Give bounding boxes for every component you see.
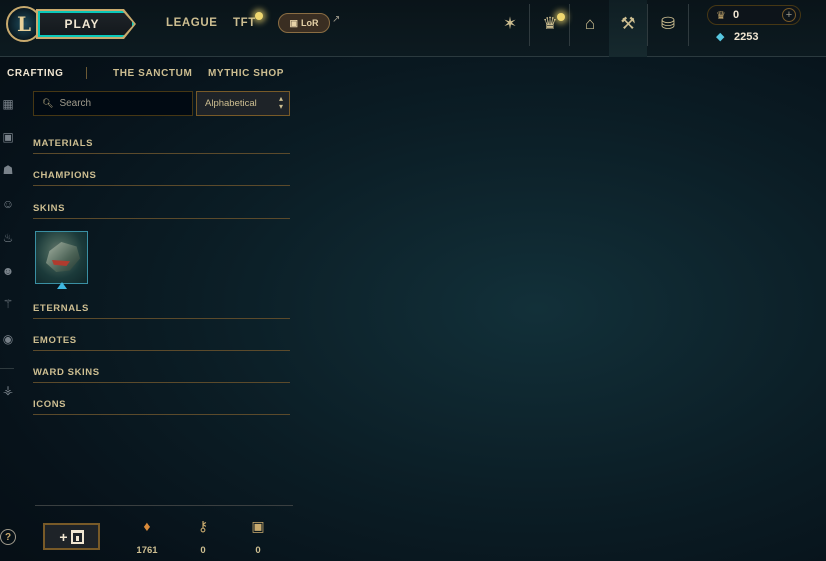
tab-sanctum[interactable]: THE SANCTUM — [113, 68, 192, 79]
blue-essence-icon: ♛ — [716, 10, 726, 22]
chest-count-icon: ▣ — [251, 518, 265, 534]
skin-art — [46, 242, 80, 272]
sort-value: Alphabetical — [205, 98, 257, 109]
category-skins[interactable]: SKINS — [33, 199, 290, 219]
category-label: CHAMPIONS — [33, 170, 97, 181]
category-ward-skins[interactable]: WARD SKINS — [33, 363, 290, 383]
search-icon: 🔍︎ — [42, 98, 54, 108]
rarity-gem-icon — [57, 282, 67, 289]
riot-points-icon: ◆ — [716, 31, 725, 43]
grid-filter-icon[interactable]: ▦ — [1, 97, 15, 111]
tft-notification-dot — [255, 12, 263, 20]
collection-icon[interactable]: ⌂ — [578, 12, 602, 36]
category-label: MATERIALS — [33, 138, 94, 149]
category-label: SKINS — [33, 203, 66, 214]
logo-letter: L — [16, 12, 32, 36]
bottom-divider — [35, 505, 293, 506]
chest-icon — [70, 529, 84, 544]
rail-divider — [0, 368, 14, 369]
divider — [688, 4, 689, 46]
search-field[interactable]: 🔍︎ — [33, 91, 193, 116]
category-label: ICONS — [33, 399, 67, 410]
store-icon[interactable]: ⛁ — [656, 12, 680, 36]
buy-rp-button[interactable]: + — [782, 8, 796, 22]
tab-mythic-shop[interactable]: MYTHIC SHOP — [208, 68, 284, 79]
chest-count-value: 0 — [255, 545, 261, 556]
divider — [647, 4, 648, 46]
add-chest-key-button[interactable]: + — [43, 523, 100, 550]
play-button[interactable]: PLAY — [38, 11, 134, 37]
category-icons[interactable]: ICONS — [33, 395, 290, 415]
champion-filter-icon[interactable]: ☗ — [1, 163, 15, 177]
skin-filter-icon[interactable]: ☺ — [1, 197, 15, 211]
plus-icon: + — [59, 528, 68, 545]
key-fragment-value: 0 — [200, 545, 206, 556]
category-label: WARD SKINS — [33, 367, 100, 378]
sort-chevron-icon: ▴ ▾ — [278, 94, 283, 111]
ward-filter-icon[interactable]: ⚚ — [1, 297, 15, 311]
help-button[interactable]: ? — [0, 529, 16, 545]
orange-essence-value: 1761 — [136, 545, 158, 556]
blue-essence-value: 0 — [733, 9, 740, 21]
eternals-filter-icon[interactable]: ♨ — [1, 231, 15, 245]
category-eternals[interactable]: ETERNALS — [33, 299, 290, 319]
top-navigation-bar: L PLAY LEAGUE TFT ▣ LoR ↗ ✶ ♛ ⌂ ⚒ ⛁ ♛ 0 … — [0, 0, 826, 57]
category-label: ETERNALS — [33, 303, 89, 314]
category-label: EMOTES — [33, 335, 77, 346]
key-fragment-icon: ⚷ — [197, 518, 209, 534]
divider — [569, 4, 570, 46]
loot-icon[interactable]: ⚒ — [616, 12, 640, 36]
lor-icon: ▣ — [289, 17, 298, 28]
category-champions[interactable]: CHAMPIONS — [33, 166, 290, 186]
icon-filter-icon[interactable]: ◉ — [1, 332, 15, 346]
nav-tft[interactable]: TFT — [233, 17, 256, 29]
nav-lor[interactable]: ▣ LoR — [278, 13, 330, 33]
emote-filter-icon[interactable]: ☻ — [1, 264, 15, 278]
subnav-divider — [86, 67, 87, 79]
category-emotes[interactable]: EMOTES — [33, 331, 290, 351]
play-label: PLAY — [64, 17, 100, 31]
lor-label: LoR — [301, 18, 319, 28]
divider — [529, 4, 530, 46]
profile-notification-dot — [557, 13, 565, 21]
external-link-icon: ↗ — [332, 14, 341, 25]
category-materials[interactable]: MATERIALS — [33, 134, 290, 154]
sort-dropdown[interactable]: Alphabetical ▴ ▾ — [196, 91, 290, 116]
disenchant-icon[interactable]: ⚶ — [1, 383, 15, 397]
search-input[interactable] — [59, 98, 180, 109]
tab-crafting[interactable]: CRAFTING — [7, 68, 63, 79]
nav-league[interactable]: LEAGUE — [166, 17, 218, 29]
riot-points-value: 2253 — [734, 31, 759, 43]
home-icon[interactable]: ✶ — [498, 12, 522, 36]
orange-essence-icon: ♦ — [143, 518, 151, 534]
chest-filter-icon[interactable]: ▣ — [1, 130, 15, 144]
skin-shard-tile[interactable] — [35, 231, 88, 284]
